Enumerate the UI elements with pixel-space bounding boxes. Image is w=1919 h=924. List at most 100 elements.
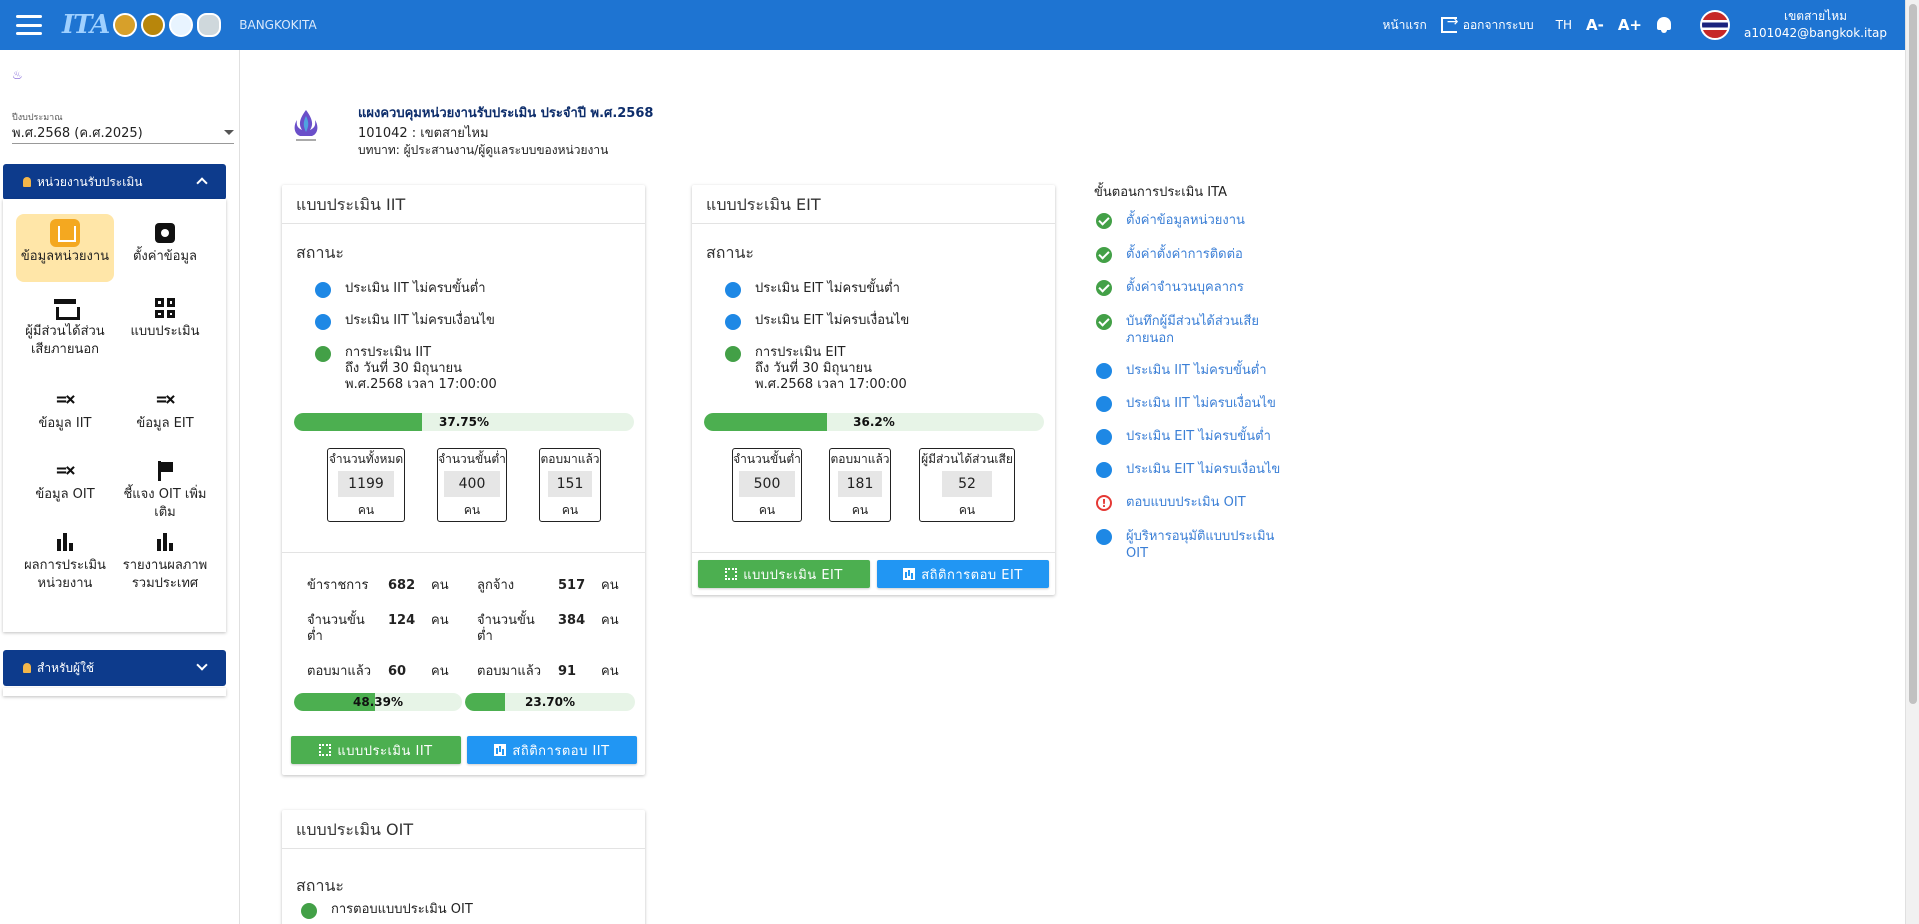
step-label: ประเมิน EIT ไม่ครบขั้นต่ำ [1126,429,1271,444]
seal-icon [141,13,166,37]
sidebar-item-oit-explain[interactable]: ชี้แจง OIT เพิ่มเติม [116,456,214,522]
stat-label: จำนวนขั้นต่ำ [438,452,506,466]
stat-value: 500 [739,471,795,497]
brand-name: BANGKOKITA [239,18,317,32]
iit-card: แบบประเมิน IIT สถานะ ประเมิน IIT ไม่ครบข… [282,185,645,775]
employee-answered-value: 91 [558,664,577,679]
logout-link[interactable]: ออกจากระบบ [1440,14,1534,35]
user-email: a101042@bangkok.itap [1744,26,1887,40]
year-select[interactable]: พ.ศ.2568 (ค.ศ.2025) [12,122,234,144]
sidebar-item-oit-data[interactable]: =× ข้อมูล OIT [16,456,114,504]
avatar[interactable] [1700,10,1730,40]
sidebar-item-stakeholders[interactable]: ผู้มีส่วนได้ส่วนเสียภายนอก [16,293,114,359]
employee-min-value: 384 [558,613,586,628]
status-label: สถานะ [706,243,754,262]
step-item[interactable]: ประเมิน IIT ไม่ครบเงื่อนไข [1096,395,1276,412]
deadline-time: พ.ศ.2568 เวลา 17:00:00 [345,377,497,392]
unit-code: 101042 : เขตสายไหม [358,126,489,141]
font-decrease-button[interactable]: A- [1586,16,1604,34]
stat-value: 52 [942,471,992,497]
sidebar-item-settings[interactable]: ตั้งค่าข้อมูล [116,218,214,266]
bar-chart-icon [157,533,173,551]
check-circle-icon [1096,213,1112,229]
status-item: การประเมิน EIT ถึง วันที่ 30 มิถุนายน พ.… [725,345,907,393]
divider [282,223,645,224]
font-increase-button[interactable]: A+ [1618,16,1642,34]
top-bar: ITA BANGKOKITA หน้าแรก ออกจากระบบ TH A- … [0,0,1905,50]
sidebar-item-unit-results[interactable]: ผลการประเมินหน่วยงาน [16,527,114,593]
step-item[interactable]: ตั้งค่าจำนวนบุคลากร [1096,279,1244,296]
list-check-icon: =× [56,389,76,410]
status-dot-icon [315,314,331,330]
status-text: ประเมิน IIT ไม่ครบเงื่อนไข [345,313,495,328]
step-item[interactable]: บันทึกผู้มีส่วนได้ส่วนเสีย ภายนอก [1096,313,1259,347]
stat-unit: คน [851,503,869,517]
step-item[interactable]: ประเมิน EIT ไม่ครบขั้นต่ำ [1096,428,1271,445]
stat-label: ตอบมาแล้ว [540,452,600,466]
button-label: สถิติการตอบ EIT [921,567,1023,583]
home-link[interactable]: หน้าแรก [1382,16,1426,35]
person-icon [23,177,31,187]
sidebar-item-eit-data[interactable]: =× ข้อมูล EIT [116,385,214,433]
card-title: แบบประเมิน IIT [296,195,406,214]
sidebar-item-label: รายงานผลภาพรวมประเทศ [122,558,208,591]
iit-form-button[interactable]: แบบประเมิน IIT [291,736,461,764]
eit-form-button[interactable]: แบบประเมิน EIT [698,560,870,588]
status-item: การประเมิน IIT ถึง วันที่ 30 มิถุนายน พ.… [315,345,497,393]
progress-label: 36.2% [853,415,895,429]
status-text: ประเมิน EIT ไม่ครบขั้นต่ำ [755,281,900,296]
sidebar-item-unit-info[interactable]: ข้อมูลหน่วยงาน [16,214,114,282]
panel-title: หน่วยงานรับประเมิน [37,174,143,189]
step-label: ตั้งค่าข้อมูลหน่วยงาน [1126,213,1245,228]
list-check-icon: =× [56,460,76,481]
stat-unit: คน [958,503,976,517]
unit-label: คน [601,578,619,593]
step-label: ตอบแบบประเมิน OIT [1126,495,1246,510]
step-item[interactable]: ประเมิน EIT ไม่ครบเงื่อนไข [1096,461,1280,478]
stat-unit: คน [357,503,375,517]
scrollbar-thumb[interactable] [1909,4,1917,704]
sidebar-item-forms[interactable]: แบบประเมิน [116,293,214,341]
stat-box-minimum: จำนวนขั้นต่ำ 500 คน [732,448,802,522]
user-info[interactable]: เขตสายไหม a101042@bangkok.itap [1744,8,1887,42]
divider [692,223,1055,224]
iit-stats-button[interactable]: สถิติการตอบ IIT [467,736,637,764]
status-label: สถานะ [296,243,344,262]
employee-progress-bar: 23.70% [465,693,635,711]
eit-progress-bar: 36.2% [704,413,1044,431]
pending-dot-icon [1096,429,1112,445]
step-item[interactable]: ตั้งค่าตั้งค่าการติดต่อ [1096,246,1243,263]
step-item[interactable]: ผู้บริหารอนุมัติแบบประเมิน OIT [1096,528,1274,562]
bell-icon[interactable] [1656,16,1672,34]
steps-title: ขั้นตอนการประเมิน ITA [1094,185,1227,200]
step-label: ประเมิน IIT ไม่ครบเงื่อนไข [1126,396,1276,411]
ita-logo: ITA [62,10,110,40]
check-circle-icon [1096,314,1112,330]
sidebar-item-label: ข้อมูล OIT [35,487,95,502]
card-title: แบบประเมิน EIT [706,195,821,214]
step-item[interactable]: ตั้งค่าข้อมูลหน่วยงาน [1096,212,1245,229]
deadline-title: การประเมิน IIT [345,345,432,360]
sidebar-item-iit-data[interactable]: =× ข้อมูล IIT [16,385,114,433]
qr-code-icon [319,744,332,756]
language-toggle[interactable]: TH [1556,18,1572,32]
stat-label: ตอบมาแล้ว [830,452,890,466]
step-item[interactable]: ตอบแบบประเมิน OIT [1096,494,1246,512]
sidebar-item-national-report[interactable]: รายงานผลภาพรวมประเทศ [116,527,214,593]
sidebar-item-label: ชี้แจง OIT เพิ่มเติม [123,487,207,520]
store-icon [54,299,80,320]
panel-header-assessed-unit[interactable]: หน่วยงานรับประเมิน [3,164,226,200]
progress-label: 37.75% [439,415,489,429]
page-scrollbar[interactable] [1905,0,1919,924]
panel-body-collapsed [3,688,226,696]
min-label: จำนวนขั้นต่ำ [477,613,535,644]
step-item[interactable]: ประเมิน IIT ไม่ครบขั้นต่ำ [1096,362,1267,379]
unit-label: คน [601,664,619,679]
civil-value: 682 [388,578,416,593]
status-text: การตอบแบบประเมิน OIT [331,902,473,917]
unit-label: คน [431,578,449,593]
menu-icon[interactable] [16,15,42,35]
eit-stats-button[interactable]: สถิติการตอบ EIT [877,560,1049,588]
status-item: ประเมิน EIT ไม่ครบขั้นต่ำ [725,281,900,298]
panel-header-for-users[interactable]: สำหรับผู้ใช้ [3,650,226,686]
